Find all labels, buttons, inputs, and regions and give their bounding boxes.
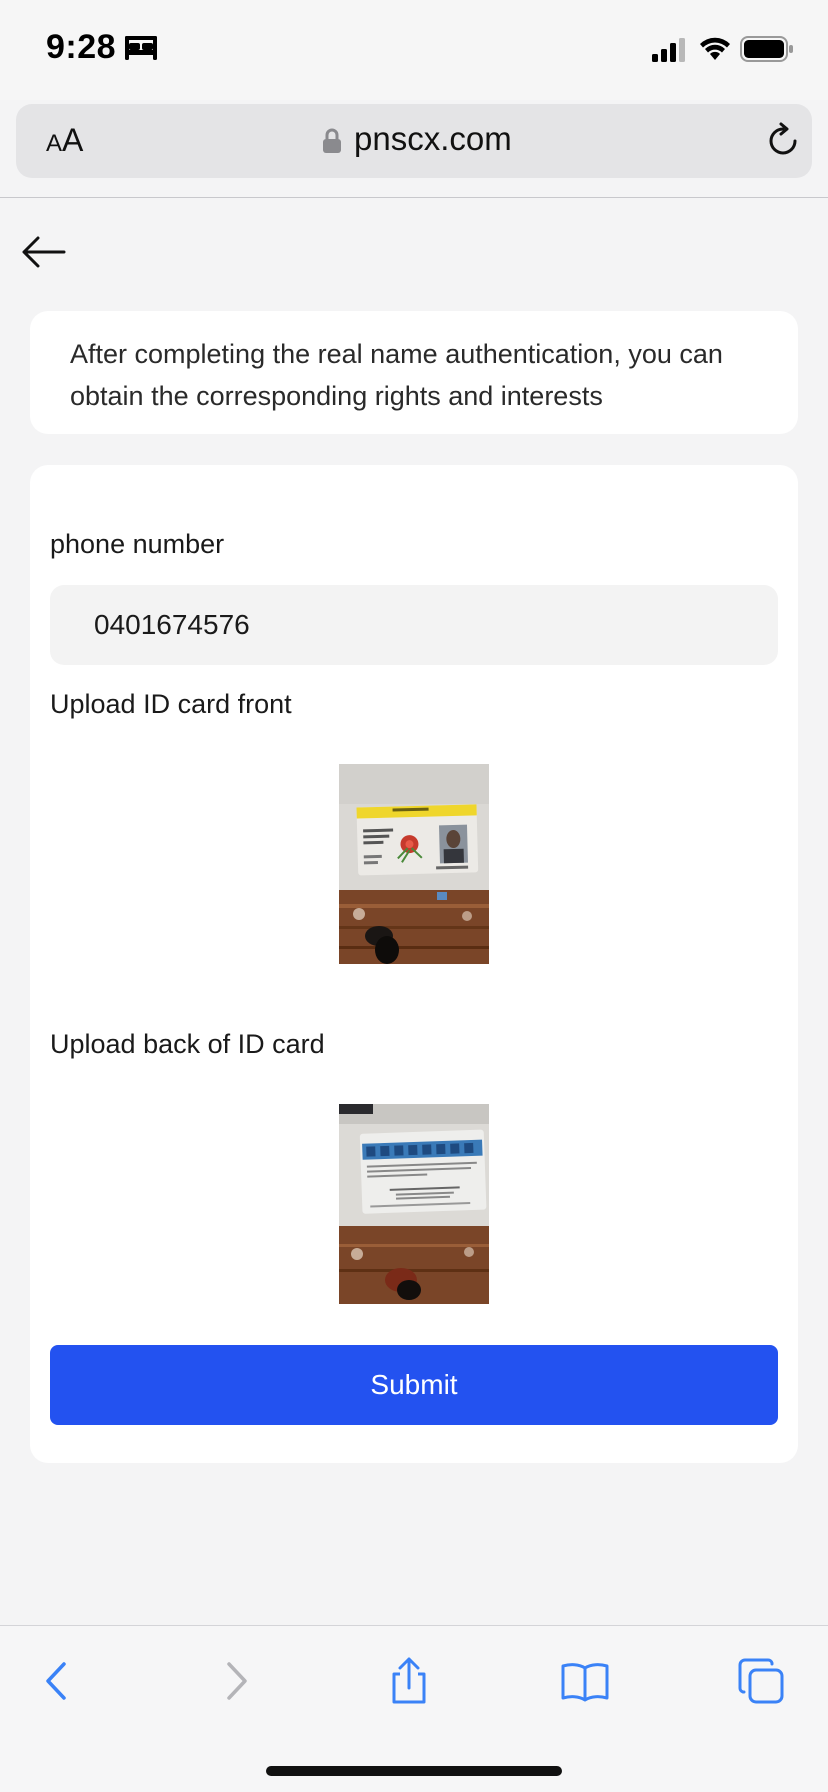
url-text[interactable]: pnscx.com — [354, 120, 512, 158]
notice-card: After completing the real name authentic… — [30, 311, 798, 434]
bookmarks-icon[interactable] — [560, 1656, 610, 1706]
id-back-upload[interactable] — [339, 1104, 489, 1304]
verification-form: phone number Upload ID card front — [30, 465, 798, 1463]
share-icon[interactable] — [384, 1656, 434, 1706]
notice-text: After completing the real name authentic… — [70, 339, 723, 411]
chevron-right-icon[interactable] — [211, 1656, 261, 1706]
reload-icon[interactable] — [764, 122, 802, 160]
bed-icon — [125, 36, 157, 60]
id-back-photo — [339, 1104, 489, 1304]
back-upload-label: Upload back of ID card — [50, 1029, 325, 1059]
id-front-photo — [339, 764, 489, 964]
lock-icon — [323, 128, 341, 153]
submit-button[interactable]: Submit — [50, 1345, 778, 1425]
wifi-icon — [700, 37, 730, 60]
id-front-upload[interactable] — [339, 764, 489, 964]
address-bar[interactable]: AA pnscx.com — [16, 104, 812, 178]
text-size-button[interactable]: AA — [46, 122, 83, 159]
signal-icon — [652, 38, 685, 62]
phone-input[interactable] — [50, 585, 778, 665]
chevron-left-icon[interactable] — [32, 1656, 82, 1706]
back-arrow-icon[interactable] — [20, 232, 68, 272]
tabs-icon[interactable] — [736, 1656, 786, 1706]
phone-label: phone number — [50, 529, 225, 559]
home-indicator[interactable] — [266, 1766, 562, 1776]
battery-icon — [740, 36, 793, 62]
front-upload-label: Upload ID card front — [50, 689, 292, 719]
status-time: 9:28 — [46, 28, 117, 66]
header-divider — [0, 197, 828, 198]
status-bar: 9:28 — [0, 0, 828, 100]
